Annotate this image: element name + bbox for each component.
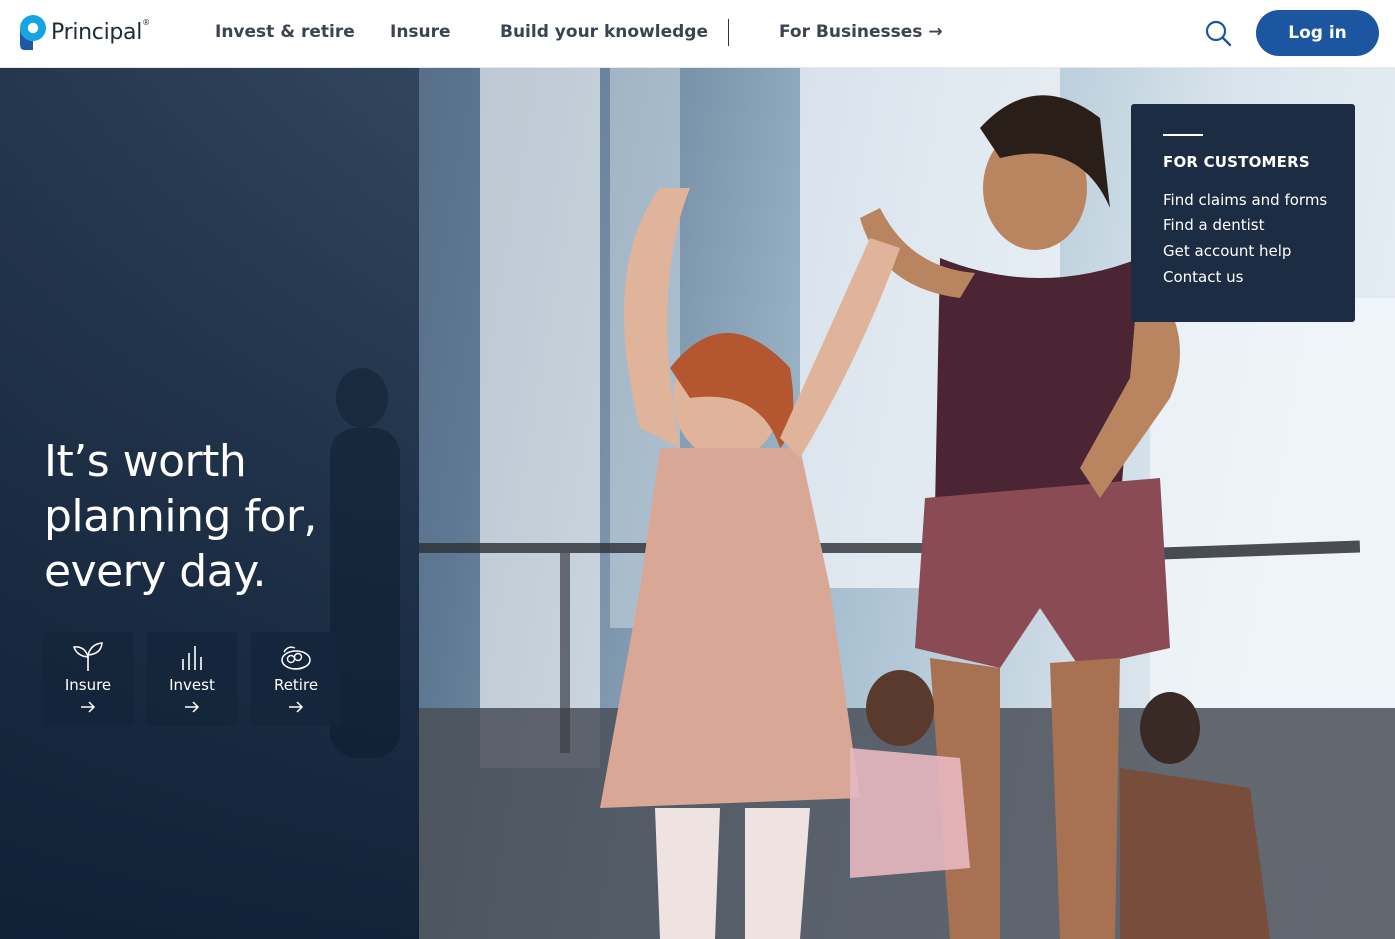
hero-section: It’s worth planning for, every day. Insu… [0, 68, 1395, 939]
tile-insure-label: Insure [64, 676, 112, 694]
tile-retire[interactable]: Retire [251, 632, 341, 726]
login-button[interactable]: Log in [1256, 10, 1379, 56]
nav-for-businesses[interactable]: For Businesses → [779, 20, 943, 44]
site-header: Principal® Invest & retire Insure Build … [0, 0, 1395, 68]
for-customers-panel: FOR CUSTOMERS Find claims and forms Find… [1131, 104, 1355, 322]
tile-retire-label: Retire [273, 676, 319, 694]
nav-build-knowledge[interactable]: Build your knowledge [500, 20, 708, 44]
principal-logo[interactable]: Principal® [18, 14, 150, 52]
principal-logo-icon [20, 15, 46, 50]
nav-divider [728, 19, 729, 46]
for-customers-title: FOR CUSTOMERS [1163, 153, 1310, 171]
bar-chart-icon [182, 646, 202, 670]
panel-divider [1163, 134, 1203, 136]
arrow-right-icon [289, 701, 304, 713]
nav-invest-retire[interactable]: Invest & retire [215, 20, 355, 44]
tile-insure[interactable]: Insure [43, 632, 133, 726]
tile-invest[interactable]: Invest [147, 632, 237, 726]
nav-insure[interactable]: Insure [390, 20, 451, 44]
link-contact-us[interactable]: Contact us [1163, 268, 1243, 286]
brand-name: Principal® [51, 17, 150, 45]
hero-headline: It’s worth planning for, every day. [44, 436, 317, 597]
link-find-dentist[interactable]: Find a dentist [1163, 216, 1264, 234]
search-icon[interactable] [1204, 19, 1232, 47]
nest-icon [281, 646, 311, 670]
sprout-icon [72, 642, 103, 671]
link-find-claims-forms[interactable]: Find claims and forms [1163, 191, 1327, 209]
tile-invest-label: Invest [169, 676, 215, 694]
arrow-right-icon [185, 701, 200, 713]
arrow-right-icon [81, 701, 96, 713]
link-account-help[interactable]: Get account help [1163, 242, 1291, 260]
